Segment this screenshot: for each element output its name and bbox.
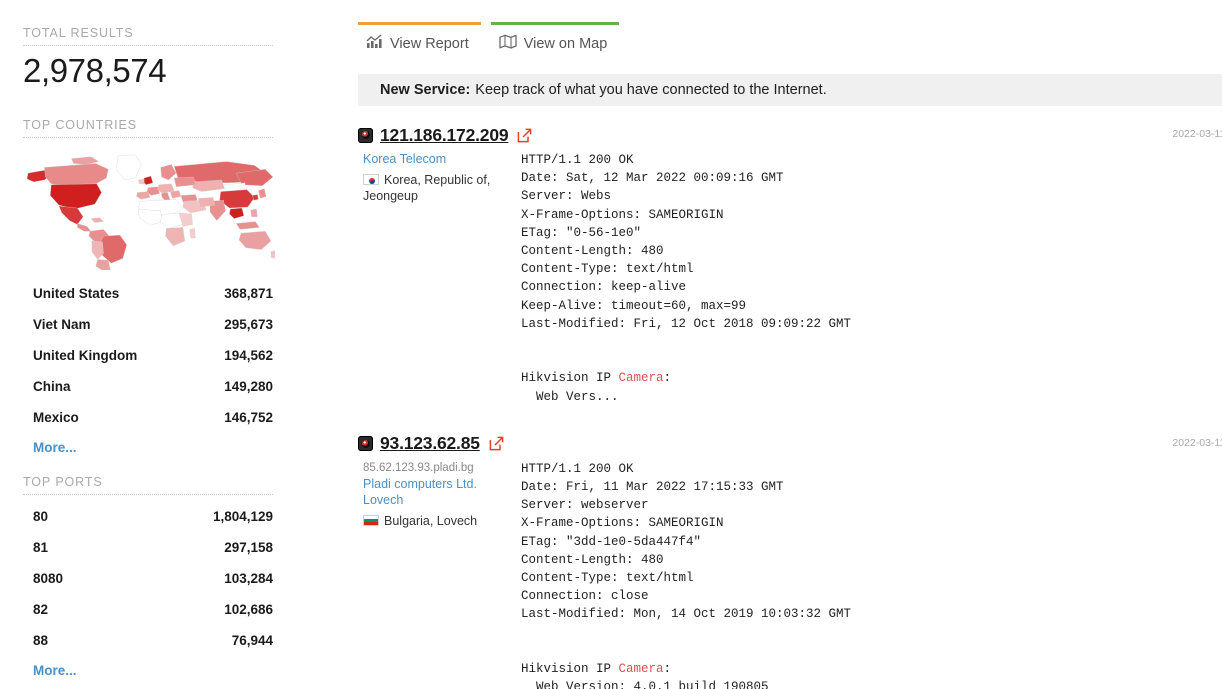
tab-label: View on Map	[523, 35, 608, 52]
table-row[interactable]: United States 368,871	[23, 278, 273, 309]
tab-view-on-map[interactable]: View on Map	[490, 22, 620, 60]
country-flag-icon	[363, 514, 379, 526]
result-location-text: Korea, Republic of, Jeongeup	[363, 173, 491, 203]
top-countries-list: United States 368,871 Viet Nam 295,673 U…	[23, 278, 273, 459]
total-results-value: 2,978,574	[23, 52, 167, 89]
main-content: View Report View on Map New Service: Kee…	[330, 0, 1222, 689]
port-label: 88	[33, 633, 49, 648]
facet-title-top-ports: TOP PORTS	[23, 475, 103, 489]
facet-total-results: TOTAL RESULTS 2,978,574	[23, 26, 273, 90]
country-label: United Kingdom	[33, 348, 138, 363]
table-row[interactable]: 81 297,158	[23, 532, 273, 563]
result-hostname: 85.62.123.93.pladi.bg	[363, 461, 474, 474]
result-meta: Korea Telecom Korea, Republic of, Jeonge…	[358, 151, 513, 406]
facet-top-ports: TOP PORTS 80 1,804,129 81 297,158 8080 1…	[23, 475, 273, 682]
result-location-text: Bulgaria, Lovech	[384, 513, 478, 528]
top-countries-more-link[interactable]: More...	[23, 433, 273, 459]
camera-icon	[358, 127, 373, 143]
table-row[interactable]: 8080 103,284	[23, 563, 273, 594]
view-tabs: View Report View on Map	[330, 0, 1222, 60]
banner-title-pre: Hikvision IP	[521, 662, 619, 677]
port-count: 76,944	[231, 633, 273, 648]
country-flag-icon	[363, 174, 379, 185]
result-timestamp: 2022-03-11T15:10	[1172, 128, 1222, 140]
table-row[interactable]: Mexico 146,752	[23, 402, 273, 433]
table-row[interactable]: 82 102,686	[23, 594, 273, 625]
search-results-page: TOTAL RESULTS 2,978,574 TOP COUNTRIES Un…	[0, 0, 1222, 689]
result-banner-data: HTTP/1.1 200 OK Date: Sat, 12 Mar 2022 0…	[513, 151, 1222, 406]
result-item: 2022-03-11T15:10 121.186.172.209 Korea T…	[358, 124, 1222, 406]
result-meta: 85.62.123.93.pladi.bg Pladi computers Lt…	[358, 460, 513, 689]
facet-title-top-countries: TOP COUNTRIES	[23, 118, 138, 132]
result-banner-text: HTTP/1.1 200 OK Date: Fri, 11 Mar 2022 1…	[521, 460, 1222, 689]
port-count: 1,804,129	[212, 509, 273, 524]
country-count: 149,280	[224, 379, 273, 394]
result-body: Korea Telecom Korea, Republic of, Jeonge…	[358, 151, 1222, 406]
facets-sidebar: TOTAL RESULTS 2,978,574 TOP COUNTRIES Un…	[0, 0, 330, 689]
country-label: Mexico	[33, 410, 79, 425]
table-row[interactable]: 88 76,944	[23, 625, 273, 656]
bar-chart-icon	[366, 34, 383, 53]
facet-title-total-results: TOTAL RESULTS	[23, 26, 134, 40]
new-service-banner: New Service: Keep track of what you have…	[358, 74, 1222, 106]
facet-divider	[23, 45, 273, 46]
country-count: 295,673	[224, 317, 273, 332]
result-org-link[interactable]: Pladi computers Ltd. Lovech	[363, 476, 513, 508]
tab-label: View Report	[390, 35, 469, 52]
country-label: Viet Nam	[33, 317, 91, 332]
result-header: 121.186.172.209	[358, 124, 1222, 146]
result-location: Bulgaria, Lovech	[363, 513, 513, 529]
port-label: 8080	[33, 571, 64, 586]
result-timestamp: 2022-03-11T15:10	[1172, 436, 1222, 449]
result-header: 93.123.62.85	[358, 433, 1222, 455]
result-body: 85.62.123.93.pladi.bg Pladi computers Lt…	[358, 460, 1222, 689]
top-ports-more-link[interactable]: More...	[23, 656, 273, 682]
country-count: 146,752	[224, 410, 273, 425]
banner-headers: HTTP/1.1 200 OK Date: Sat, 12 Mar 2022 0…	[521, 153, 852, 331]
top-ports-list: 80 1,804,129 81 297,158 8080 103,284 82 …	[23, 501, 273, 682]
external-link-icon[interactable]	[517, 128, 532, 143]
table-row[interactable]: Viet Nam 295,673	[23, 309, 273, 340]
banner-title-pre: Hikvision IP	[521, 371, 619, 386]
port-count: 103,284	[224, 571, 273, 586]
facet-divider	[23, 494, 273, 495]
tab-view-report[interactable]: View Report	[358, 22, 481, 60]
world-map-svg	[26, 154, 275, 270]
country-count: 368,871	[224, 286, 273, 301]
table-row[interactable]: 80 1,804,129	[23, 501, 273, 532]
banner-strong-text: New Service:	[380, 82, 471, 98]
result-ip-link[interactable]: 121.186.172.209	[380, 125, 509, 146]
result-item: 2022-03-11T15:10 93.123.62.85 85.62.123.…	[358, 433, 1222, 689]
banner-highlight-term: Camera	[618, 662, 664, 677]
country-label: China	[33, 379, 71, 394]
facet-divider	[23, 137, 273, 138]
map-icon	[499, 34, 517, 53]
external-link-icon[interactable]	[489, 436, 504, 451]
port-count: 102,686	[224, 602, 273, 617]
country-count: 194,562	[224, 348, 273, 363]
facet-top-countries: TOP COUNTRIES United States 368,871 Viet…	[23, 118, 275, 459]
port-label: 81	[33, 540, 49, 555]
table-row[interactable]: China 149,280	[23, 371, 273, 402]
result-ip-link[interactable]: 93.123.62.85	[380, 433, 480, 454]
table-row[interactable]: United Kingdom 194,562	[23, 340, 273, 371]
port-label: 80	[33, 509, 49, 524]
port-count: 297,158	[224, 540, 273, 555]
port-label: 82	[33, 602, 49, 617]
result-banner-text: HTTP/1.1 200 OK Date: Sat, 12 Mar 2022 0…	[521, 151, 1222, 406]
country-label: United States	[33, 286, 120, 301]
result-location: Korea, Republic of, Jeongeup	[363, 172, 513, 204]
world-choropleth-map[interactable]	[23, 148, 275, 270]
result-banner-data: HTTP/1.1 200 OK Date: Fri, 11 Mar 2022 1…	[513, 460, 1222, 689]
banner-highlight-term: Camera	[618, 371, 664, 386]
banner-text: Keep track of what you have connected to…	[475, 82, 827, 98]
result-org-link[interactable]: Korea Telecom	[363, 151, 513, 167]
banner-headers: HTTP/1.1 200 OK Date: Fri, 11 Mar 2022 1…	[521, 461, 852, 622]
camera-icon	[358, 436, 373, 452]
